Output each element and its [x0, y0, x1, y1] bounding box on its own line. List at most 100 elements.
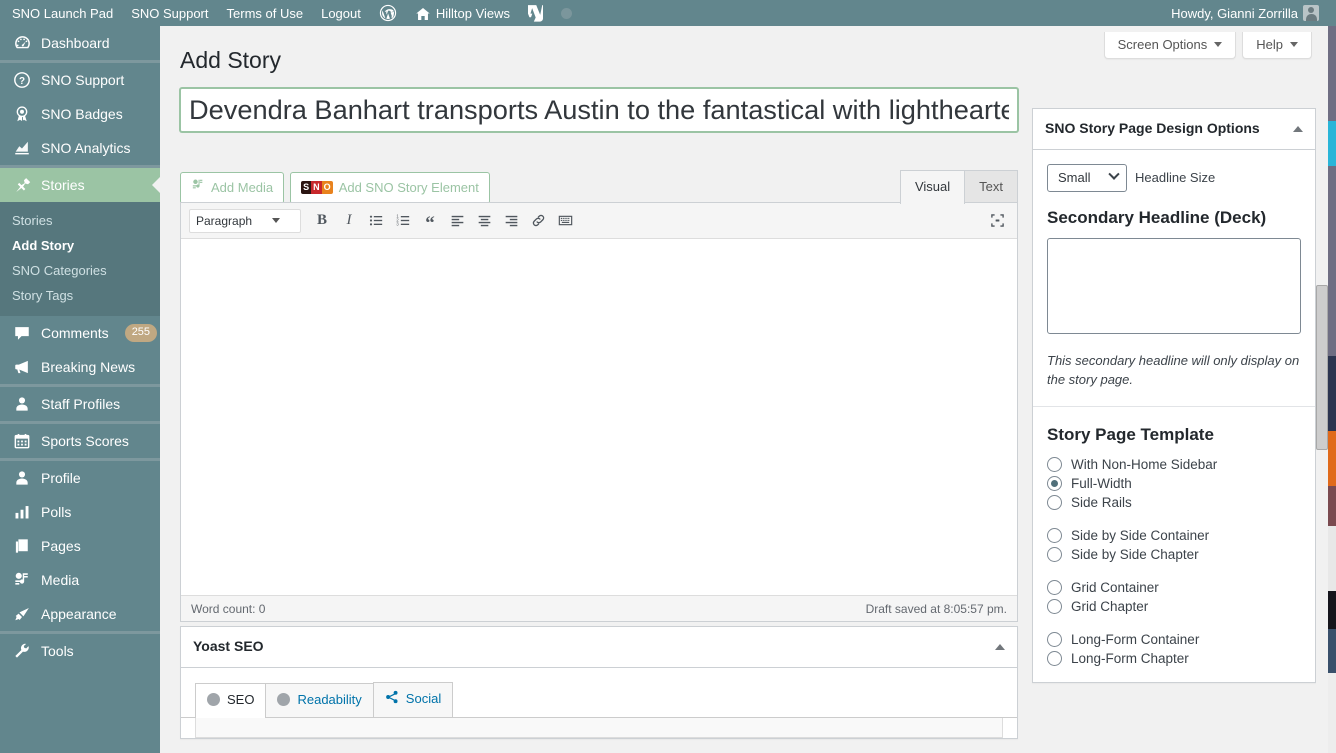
sidebar-subitem-sno-categories[interactable]: SNO Categories [0, 258, 160, 283]
adminbar-item-logout[interactable]: Logout [312, 0, 370, 26]
radio-full-width[interactable]: Full-Width [1047, 474, 1301, 493]
adminbar-item-sno-launch-pad[interactable]: SNO Launch Pad [3, 0, 122, 26]
sidebar-item-label: Profile [41, 470, 81, 486]
bold-icon[interactable]: B [310, 209, 334, 233]
numbered-list-icon[interactable]: 123 [391, 209, 415, 233]
radio-grid-chapter[interactable]: Grid Chapter [1047, 597, 1301, 616]
bullet-icon [277, 693, 291, 707]
sno-design-options-metabox: SNO Story Page Design Options Small Head… [1032, 108, 1316, 683]
editor-content-area[interactable] [181, 239, 1017, 595]
sidebar-item-dashboard[interactable]: Dashboard [0, 26, 160, 60]
sidebar-item-label: Dashboard [41, 35, 110, 51]
yoast-logo-icon [528, 4, 544, 22]
radio-label: Side by Side Chapter [1071, 546, 1199, 562]
insert-link-icon[interactable] [526, 209, 550, 233]
yoast-tab-social[interactable]: Social [372, 681, 454, 717]
bulleted-list-icon[interactable] [364, 209, 388, 233]
toolbar-toggle-icon[interactable] [553, 209, 577, 233]
megaphone-icon [12, 357, 32, 377]
chart-icon [12, 138, 32, 158]
headline-size-select[interactable]: Small [1047, 163, 1127, 192]
fullscreen-toggle-icon[interactable] [985, 209, 1009, 233]
adminbar-item-sno-support[interactable]: SNO Support [122, 0, 217, 26]
page-scrollbar-thumb[interactable] [1316, 285, 1328, 450]
radio-side-rails[interactable]: Side Rails [1047, 493, 1301, 512]
add-sno-story-element-label: Add SNO Story Element [338, 179, 479, 195]
sidebar-item-stories[interactable]: Stories [0, 168, 160, 202]
adminbar-item-notification-dot[interactable] [552, 0, 581, 26]
sidebar-item-sno-badges[interactable]: SNO Badges [0, 97, 160, 131]
collapse-toggle-icon[interactable] [995, 643, 1005, 650]
sidebar-subitem-stories[interactable]: Stories [0, 208, 160, 233]
radio-long-form-chapter[interactable]: Long-Form Chapter [1047, 649, 1301, 668]
admin-bar: SNO Launch Pad SNO Support Terms of Use … [0, 0, 1336, 26]
radio-long-form-container[interactable]: Long-Form Container [1047, 630, 1301, 649]
add-sno-story-element-button[interactable]: S N O Add SNO Story Element [290, 172, 490, 205]
howdy-label: Howdy, Gianni Zorrilla [1171, 5, 1298, 21]
sidebar-subitem-add-story[interactable]: Add Story [0, 233, 160, 258]
screen-options-button[interactable]: Screen Options [1103, 32, 1237, 59]
sidebar-item-comments[interactable]: Comments 255 [0, 316, 160, 350]
align-left-icon[interactable] [445, 209, 469, 233]
sidebar-item-sports-scores[interactable]: Sports Scores [0, 424, 160, 458]
radio-grid-container[interactable]: Grid Container [1047, 578, 1301, 597]
adminbar-item-yoast[interactable] [519, 0, 552, 26]
help-label: Help [1256, 37, 1283, 52]
radio-label: Grid Container [1071, 579, 1159, 595]
radio-label: Long-Form Container [1071, 631, 1200, 647]
sidebar-subitem-story-tags[interactable]: Story Tags [0, 283, 160, 308]
yoast-seo-body: SEO Readability Social [181, 667, 1017, 738]
yoast-tab-readability[interactable]: Readability [265, 682, 374, 717]
post-title-input[interactable] [180, 88, 1018, 132]
radio-button-icon [1047, 527, 1062, 543]
collapse-toggle-icon[interactable] [1293, 125, 1303, 132]
design-options-title: SNO Story Page Design Options [1045, 120, 1260, 136]
comment-icon [12, 323, 32, 343]
tab-visual[interactable]: Visual [899, 170, 966, 205]
add-media-button[interactable]: Add Media [180, 172, 285, 205]
adminbar-label: SNO Support [131, 5, 209, 21]
sidebar-item-polls[interactable]: Polls [0, 495, 160, 529]
share-icon [385, 690, 399, 709]
paragraph-format-select[interactable]: Paragraph [189, 208, 301, 233]
radio-button-icon [1047, 475, 1062, 491]
sno-logo-s: S [301, 181, 312, 195]
adminbar-item-wordpress-logo[interactable] [370, 0, 406, 26]
secondary-headline-textarea[interactable] [1047, 237, 1301, 334]
sidebar-item-label: SNO Analytics [41, 140, 131, 156]
yoast-tab-seo[interactable]: SEO [195, 682, 267, 718]
sidebar-item-staff-profiles[interactable]: Staff Profiles [0, 387, 160, 421]
radio-with-non-home-sidebar[interactable]: With Non-Home Sidebar [1047, 455, 1301, 474]
user-icon [12, 394, 32, 414]
help-button[interactable]: Help [1242, 32, 1312, 59]
sidebar-item-sno-analytics[interactable]: SNO Analytics [0, 131, 160, 165]
align-right-icon[interactable] [499, 209, 523, 233]
sidebar-item-pages[interactable]: Pages [0, 529, 160, 563]
brush-icon [12, 604, 32, 624]
align-center-icon[interactable] [472, 209, 496, 233]
award-icon [12, 104, 32, 124]
bar-chart-icon [12, 502, 32, 522]
sidebar-item-tools[interactable]: Tools [0, 634, 160, 668]
yoast-tab-label: Readability [297, 691, 362, 707]
adminbar-item-terms-of-use[interactable]: Terms of Use [218, 0, 313, 26]
italic-icon[interactable]: I [337, 209, 361, 233]
tab-text[interactable]: Text [964, 170, 1018, 205]
radio-side-by-side-container[interactable]: Side by Side Container [1047, 526, 1301, 545]
yoast-tab-label: Social [405, 691, 442, 707]
sidebar-item-sno-support[interactable]: ? SNO Support [0, 63, 160, 97]
sidebar-item-breaking-news[interactable]: Breaking News [0, 350, 160, 384]
yoast-panel-content [195, 717, 1003, 738]
sidebar-item-profile[interactable]: Profile [0, 461, 160, 495]
radio-side-by-side-chapter[interactable]: Side by Side Chapter [1047, 545, 1301, 564]
media-icon [191, 178, 205, 197]
adminbar-item-my-account[interactable]: Howdy, Gianni Zorrilla [1162, 0, 1328, 26]
editor-mode-tabs: Visual Text [899, 170, 1018, 205]
grey-dot-icon [561, 7, 573, 19]
radio-label: Side by Side Container [1071, 527, 1210, 543]
radio-button-icon [1047, 579, 1062, 595]
blockquote-icon[interactable]: “ [418, 209, 442, 233]
sidebar-item-media[interactable]: Media [0, 563, 160, 597]
sidebar-item-appearance[interactable]: Appearance [0, 597, 160, 631]
adminbar-item-hilltop-views[interactable]: Hilltop Views [406, 0, 519, 26]
